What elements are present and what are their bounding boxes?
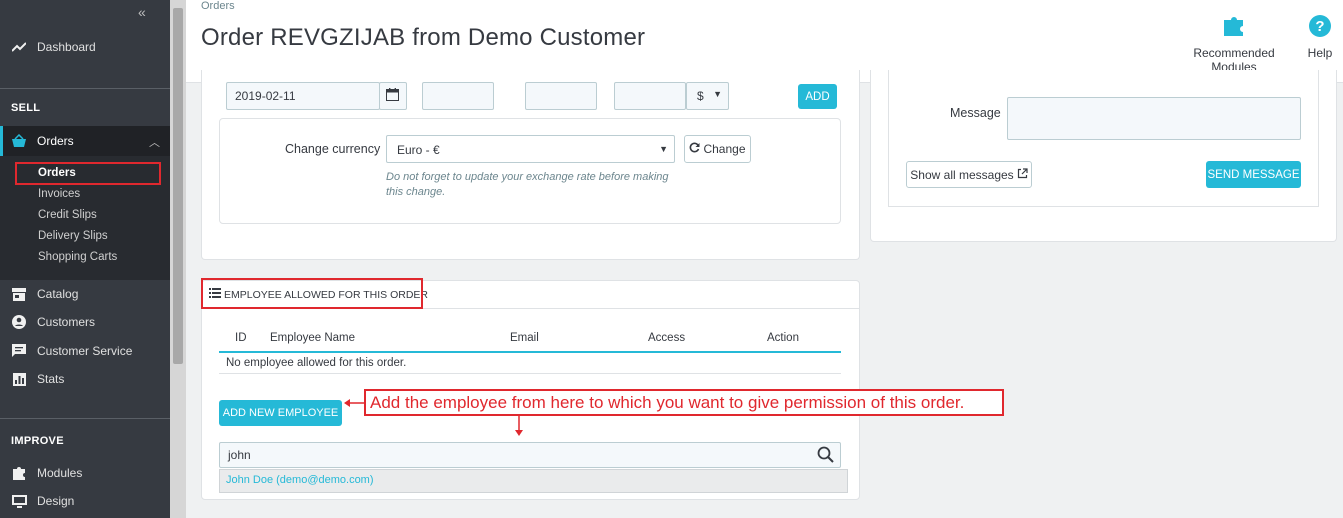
section-sell-title: SELL xyxy=(11,102,41,114)
puzzle-icon xyxy=(11,465,27,481)
search-icon[interactable] xyxy=(817,446,834,466)
scrollbar-thumb[interactable] xyxy=(173,8,183,364)
change-currency-button[interactable]: Change xyxy=(684,135,751,163)
help-circle-icon: ? xyxy=(1304,14,1336,40)
subnav-delivery-slips[interactable]: Delivery Slips xyxy=(38,230,108,242)
employee-search-input[interactable]: john xyxy=(219,442,841,468)
caret-down-icon: ▼ xyxy=(713,89,722,99)
nav-design-label: Design xyxy=(37,494,75,508)
help-button[interactable]: ? Help xyxy=(1304,14,1336,60)
basket-icon xyxy=(11,134,27,148)
store-icon xyxy=(11,286,27,302)
payment-date-input[interactable]: 2019-02-11 xyxy=(226,82,380,110)
bar-chart-icon xyxy=(11,371,27,387)
nav-orders[interactable]: Orders ︿ xyxy=(0,126,170,156)
column-header-action: Action xyxy=(767,332,799,344)
table-row-divider xyxy=(219,373,841,374)
empty-table-message: No employee allowed for this order. xyxy=(226,357,407,369)
recommended-modules-button[interactable]: Recommended Modules xyxy=(1172,14,1296,74)
collapse-sidebar-icon[interactable]: « xyxy=(138,4,146,20)
nav-dashboard-label: Dashboard xyxy=(37,40,96,54)
section-improve-title: IMPROVE xyxy=(11,435,64,447)
nav-stats[interactable]: Stats xyxy=(0,367,170,391)
sidebar-divider xyxy=(0,418,170,419)
nav-modules-label: Modules xyxy=(37,466,83,480)
breadcrumb[interactable]: Orders xyxy=(201,0,235,12)
add-new-employee-button[interactable]: ADD NEW EMPLOYEE xyxy=(219,400,342,426)
send-message-button[interactable]: SEND MESSAGE xyxy=(1206,161,1301,188)
column-header-email: Email xyxy=(510,332,539,344)
column-header-access: Access xyxy=(648,332,686,344)
show-all-messages-button[interactable]: Show all messages xyxy=(906,161,1032,188)
message-label: Message xyxy=(950,106,1001,120)
subnav-credit-slips[interactable]: Credit Slips xyxy=(38,209,97,221)
change-currency-button-label: Change xyxy=(703,142,746,156)
chat-icon xyxy=(11,343,27,359)
nav-catalog[interactable]: Catalog xyxy=(0,282,170,306)
nav-customer-service-label: Customer Service xyxy=(37,344,133,358)
nav-dashboard[interactable]: Dashboard xyxy=(0,35,170,59)
puzzle-icon xyxy=(1172,14,1296,40)
trending-up-icon xyxy=(11,39,27,55)
column-header-id: ID xyxy=(235,332,247,344)
active-accent xyxy=(0,126,3,156)
currency-select[interactable]: $ ▼ xyxy=(686,82,729,110)
employee-search-value: john xyxy=(228,448,251,462)
payment-method-input[interactable] xyxy=(422,82,494,110)
arrow-down-icon xyxy=(515,416,523,436)
sidebar-divider xyxy=(0,88,170,89)
subnav-invoices[interactable]: Invoices xyxy=(38,188,80,200)
amount-input[interactable] xyxy=(614,82,686,110)
currency-dropdown[interactable]: Euro - € ▼ xyxy=(386,135,675,163)
table-header-underline xyxy=(219,351,841,353)
nav-modules[interactable]: Modules xyxy=(0,461,170,485)
currency-help-text: Do not forget to update your exchange ra… xyxy=(386,170,669,200)
svg-text:?: ? xyxy=(1315,18,1324,35)
change-currency-label: Change currency xyxy=(285,142,381,156)
chevron-up-icon: ︿ xyxy=(149,137,160,149)
nav-catalog-label: Catalog xyxy=(37,287,79,301)
monitor-icon xyxy=(11,493,27,509)
subnav-shopping-carts[interactable]: Shopping Carts xyxy=(38,251,117,263)
highlight-box-employee-title xyxy=(201,278,423,309)
help-label: Help xyxy=(1307,46,1333,60)
annotation-callout: Add the employee from here to which you … xyxy=(364,389,1004,416)
column-header-employee-name: Employee Name xyxy=(270,332,356,344)
transaction-id-input[interactable] xyxy=(525,82,597,110)
page-title: Order REVGZIJAB from Demo Customer xyxy=(201,24,646,51)
nav-stats-label: Stats xyxy=(37,372,65,386)
currency-select-value: $ xyxy=(697,89,704,103)
external-link-icon xyxy=(1017,167,1028,182)
nav-orders-label: Orders xyxy=(37,134,74,148)
calendar-button[interactable] xyxy=(379,82,407,110)
currency-help-line2: this change. xyxy=(386,186,446,198)
sidebar: « Dashboard SELL Orders ︿ Orders Invoice… xyxy=(0,0,170,518)
sidebar-scrollbar[interactable] xyxy=(170,0,186,518)
currency-help-line1: Do not forget to update your exchange ra… xyxy=(386,171,669,183)
nav-design[interactable]: Design xyxy=(0,489,170,513)
message-textarea[interactable] xyxy=(1007,97,1301,140)
calendar-icon xyxy=(386,88,399,104)
refresh-icon xyxy=(689,142,700,156)
add-payment-button[interactable]: ADD xyxy=(798,84,837,109)
currency-dropdown-value: Euro - € xyxy=(397,143,440,157)
nav-customers-label: Customers xyxy=(37,315,96,329)
employee-suggestion-item[interactable]: John Doe (demo@demo.com) xyxy=(219,469,848,493)
highlight-box-orders xyxy=(15,162,161,185)
show-all-messages-label: Show all messages xyxy=(910,167,1014,182)
nav-customer-service[interactable]: Customer Service xyxy=(0,339,170,363)
nav-customers[interactable]: Customers xyxy=(0,310,170,334)
account-circle-icon xyxy=(11,314,27,330)
caret-down-icon: ▼ xyxy=(659,144,668,154)
arrow-left-icon xyxy=(344,399,364,407)
